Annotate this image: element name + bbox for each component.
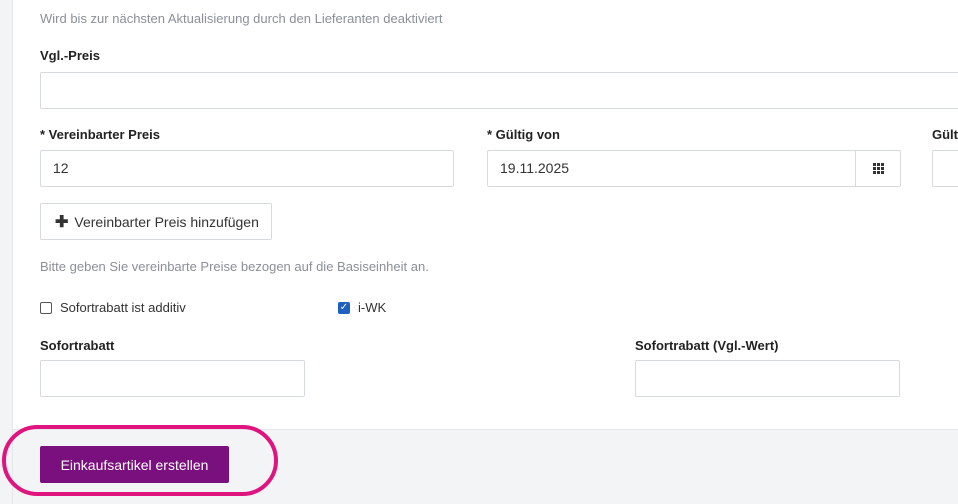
price-hint: Bitte geben Sie vereinbarte Preise bezog… [40, 259, 429, 274]
plus-icon: ✚ [55, 213, 69, 231]
checkbox-iwk-label: i-WK [358, 300, 387, 315]
gueltig-von-label: * Gültig von [487, 127, 560, 142]
sofortrabatt-vgl-label: Sofortrabatt (Vgl.-Wert) [635, 338, 779, 353]
sofortrabatt-input[interactable] [40, 360, 305, 397]
create-purchase-article-button[interactable]: Einkaufsartikel erstellen [40, 446, 229, 483]
checkbox-additiv-box[interactable] [40, 301, 52, 314]
calendar-grid-icon [872, 163, 884, 174]
gueltig-von-input[interactable]: 19.11.2025 [487, 150, 901, 187]
sofortrabatt-label: Sofortrabatt [40, 338, 115, 353]
vereinbarter-preis-input[interactable]: 12 [40, 150, 454, 187]
vereinbarter-preis-label: * Vereinbarter Preis [40, 127, 160, 142]
add-price-label: Vereinbarter Preis hinzufügen [74, 213, 259, 230]
checkbox-iwk-box[interactable]: ✓ [338, 301, 350, 314]
add-price-button[interactable]: ✚ Vereinbarter Preis hinzufügen [40, 203, 272, 240]
gueltig-bis-label: Gült [932, 127, 958, 142]
supplier-hint: Wird bis zur nächsten Aktualisierung dur… [40, 11, 443, 26]
vgl-preis-input[interactable] [40, 72, 958, 109]
checkbox-additiv-label: Sofortrabatt ist additiv [60, 300, 186, 315]
left-rail [0, 0, 13, 504]
checkbox-iwk[interactable]: ✓ i-WK [338, 300, 386, 315]
gueltig-von-value: 19.11.2025 [500, 160, 570, 176]
calendar-button[interactable] [855, 151, 900, 186]
gueltig-bis-input[interactable] [932, 150, 958, 187]
sofortrabatt-vgl-input[interactable] [635, 360, 900, 397]
form-page: Wird bis zur nächsten Aktualisierung dur… [0, 0, 958, 504]
vgl-preis-label: Vgl.-Preis [40, 48, 100, 63]
checkbox-additiv[interactable]: Sofortrabatt ist additiv [40, 300, 186, 315]
